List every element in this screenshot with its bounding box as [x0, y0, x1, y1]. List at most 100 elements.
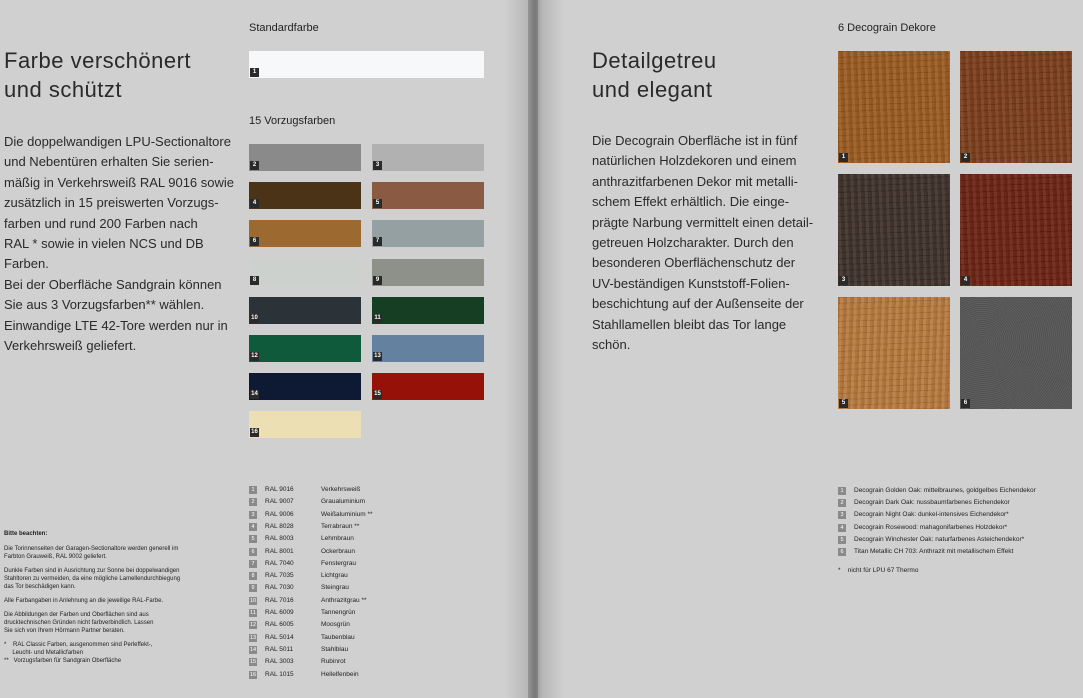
- legend-color-name: Hellelfenbein: [321, 671, 359, 678]
- legend-ral-code: RAL 6009: [265, 609, 294, 616]
- legend-row: 5 RAL 8003 Lehmbraun: [249, 534, 429, 544]
- standard-color-heading: Standardfarbe: [249, 22, 319, 34]
- notes-block: Bitte beachten: Die Torinnenseiten der G…: [4, 530, 214, 671]
- note-line: * RAL Classic Farben, ausgenommen sind P…: [4, 642, 153, 648]
- decor-legend-row: 2 Decograin Dark Oak: nussbaumfarbenes Ei…: [838, 497, 1078, 509]
- title-line: und schützt: [4, 77, 123, 102]
- notes-heading: Bitte beachten:: [4, 531, 48, 537]
- legend-ral-code: RAL 9016: [265, 486, 294, 493]
- legend-number: 2: [249, 498, 257, 506]
- decor-legend-row: 4 Decograin Rosewood: mahagonifarbenes Ho…: [838, 522, 1078, 534]
- ral-color-legend: 1 RAL 9016 Verkehrsweiß 2 RAL 9007 Graualumin…: [249, 485, 429, 685]
- decor-number: 5: [839, 399, 848, 408]
- swatch-number: 9: [373, 276, 382, 285]
- legend-row: 12 RAL 6005 Moosgrün: [249, 620, 429, 630]
- legend-number: 6: [838, 548, 846, 556]
- right-page: Detailgetreu und elegant Die Decograin O…: [538, 0, 1083, 698]
- legend-row: 1 RAL 9016 Verkehrsweiß: [249, 485, 429, 495]
- body-line: anthrazitfarbenen Dekor mit metalli-: [592, 173, 798, 189]
- right-body-text: Die Decograin Oberfläche ist in fünf nat…: [592, 131, 832, 355]
- body-line: Die doppelwandigen LPU-Sectionaltore: [4, 134, 231, 149]
- legend-ral-code: RAL 3003: [265, 658, 294, 665]
- body-line: schön.: [592, 337, 631, 353]
- brochure-spread: Farbe verschönert und schützt Die doppel…: [0, 0, 1083, 698]
- swatch-number: 16: [250, 428, 259, 437]
- swatch-number: 10: [250, 314, 259, 323]
- color-swatch: 15: [372, 373, 484, 400]
- decor-description: Decograin Dark Oak: nussbaumfarbenes Eic…: [854, 499, 1010, 506]
- color-swatch: 16: [249, 411, 361, 438]
- decor-swatch: 6: [960, 297, 1072, 409]
- swatch-number: 1: [250, 68, 259, 77]
- note-line: Die Abbildungen der Farben und Oberfläch…: [4, 612, 149, 618]
- legend-ral-code: RAL 1015: [265, 671, 294, 678]
- legend-ral-code: RAL 9007: [265, 498, 294, 505]
- legend-color-name: Taubenblau: [321, 634, 355, 641]
- decor-swatch: 3: [838, 174, 950, 286]
- color-swatch: 8: [249, 259, 361, 286]
- note-paragraph: Dunkle Farben sind in Ausrichtung zur So…: [4, 567, 214, 591]
- body-line: Verkehrsweiß geliefert.: [4, 338, 137, 354]
- note-line: ** Vorzugsfarben für Sandgrain Oberfläch…: [4, 658, 122, 664]
- legend-color-name: Lehmbraun: [321, 535, 354, 542]
- swatch-number: 8: [250, 276, 259, 285]
- color-swatch: 10: [249, 297, 361, 324]
- legend-ral-code: RAL 7030: [265, 584, 294, 591]
- decor-number: 3: [839, 276, 848, 285]
- legend-color-name: Graualuminium: [321, 498, 366, 505]
- body-line: schem Effekt erhältlich. Die einge-: [592, 194, 790, 210]
- legend-number: 4: [249, 523, 257, 531]
- body-line: zusätzlich in 15 preiswerten Vorzugs-: [4, 195, 219, 211]
- legend-color-name: Terrabraun **: [321, 523, 360, 530]
- decor-number: 2: [961, 153, 970, 162]
- decor-footnote: * nicht für LPU 67 Thermo: [838, 567, 919, 574]
- note-line: das Tor beschädigen kann.: [4, 584, 76, 590]
- legend-ral-code: RAL 6005: [265, 621, 294, 628]
- body-line: Stahllamellen bleibt das Tor lange: [592, 316, 787, 332]
- swatch-number: 2: [250, 161, 259, 170]
- legend-color-name: Steingrau: [321, 584, 349, 591]
- color-swatch: 11: [372, 297, 484, 324]
- body-line: getreuen Holzcharakter. Durch den: [592, 235, 794, 251]
- note-paragraph: Die Abbildungen der Farben und Oberfläch…: [4, 611, 214, 635]
- legend-number: 12: [249, 621, 257, 629]
- legend-color-name: Ockerbraun: [321, 548, 355, 555]
- body-line: Farben.: [4, 256, 49, 272]
- decor-description: Decograin Night Oak: dunkel-intensives E…: [854, 511, 1009, 518]
- body-line: farben und rund 200 Farben nach: [4, 215, 198, 231]
- legend-number: 14: [249, 646, 257, 654]
- decor-description: Titan Metallic CH 703: Anthrazit mit met…: [854, 548, 1014, 555]
- legend-number: 9: [249, 584, 257, 592]
- legend-row: 13 RAL 5014 Taubenblau: [249, 633, 429, 643]
- legend-row: 8 RAL 7035 Lichtgrau: [249, 571, 429, 581]
- note-line: Farbton Grauweiß, RAL 9002 geliefert.: [4, 554, 107, 560]
- legend-color-name: Lichtgrau: [321, 572, 348, 579]
- swatch-number: 4: [250, 199, 259, 208]
- note-paragraph: * RAL Classic Farben, ausgenommen sind P…: [4, 641, 214, 665]
- color-swatch: 6: [249, 220, 361, 247]
- title-line: und elegant: [592, 77, 713, 102]
- note-line: Die Torinnenseiten der Garagen-Sectional…: [4, 546, 179, 552]
- legend-color-name: Fenstergrau: [321, 560, 357, 567]
- body-line: Bei der Oberfläche Sandgrain können: [4, 276, 222, 292]
- legend-color-name: Tannengrün: [321, 609, 356, 616]
- legend-number: 1: [838, 487, 846, 495]
- legend-row: 2 RAL 9007 Graualuminium: [249, 497, 429, 507]
- body-line: Sie aus 3 Vorzugsfarben** wählen.: [4, 297, 205, 313]
- legend-ral-code: RAL 8003: [265, 535, 294, 542]
- decor-swatch: 2: [960, 51, 1072, 163]
- legend-ral-code: RAL 5014: [265, 634, 294, 641]
- legend-ral-code: RAL 7040: [265, 560, 294, 567]
- notes-paragraphs: Die Torinnenseiten der Garagen-Sectional…: [4, 545, 214, 665]
- legend-number: 13: [249, 634, 257, 642]
- legend-number: 4: [838, 524, 846, 532]
- legend-color-name: Weißaluminium **: [321, 511, 373, 518]
- legend-number: 11: [249, 609, 257, 617]
- note-line: Sie sich von Ihrem Hörmann Partner berat…: [4, 628, 125, 634]
- legend-number: 7: [249, 560, 257, 568]
- body-line: mäßig in Verkehrsweiß RAL 9016 sowie: [4, 174, 235, 190]
- legend-row: 7 RAL 7040 Fenstergrau: [249, 559, 429, 569]
- swatch-number: 3: [373, 161, 382, 170]
- legend-number: 5: [838, 536, 846, 544]
- swatch-number: 11: [373, 314, 382, 323]
